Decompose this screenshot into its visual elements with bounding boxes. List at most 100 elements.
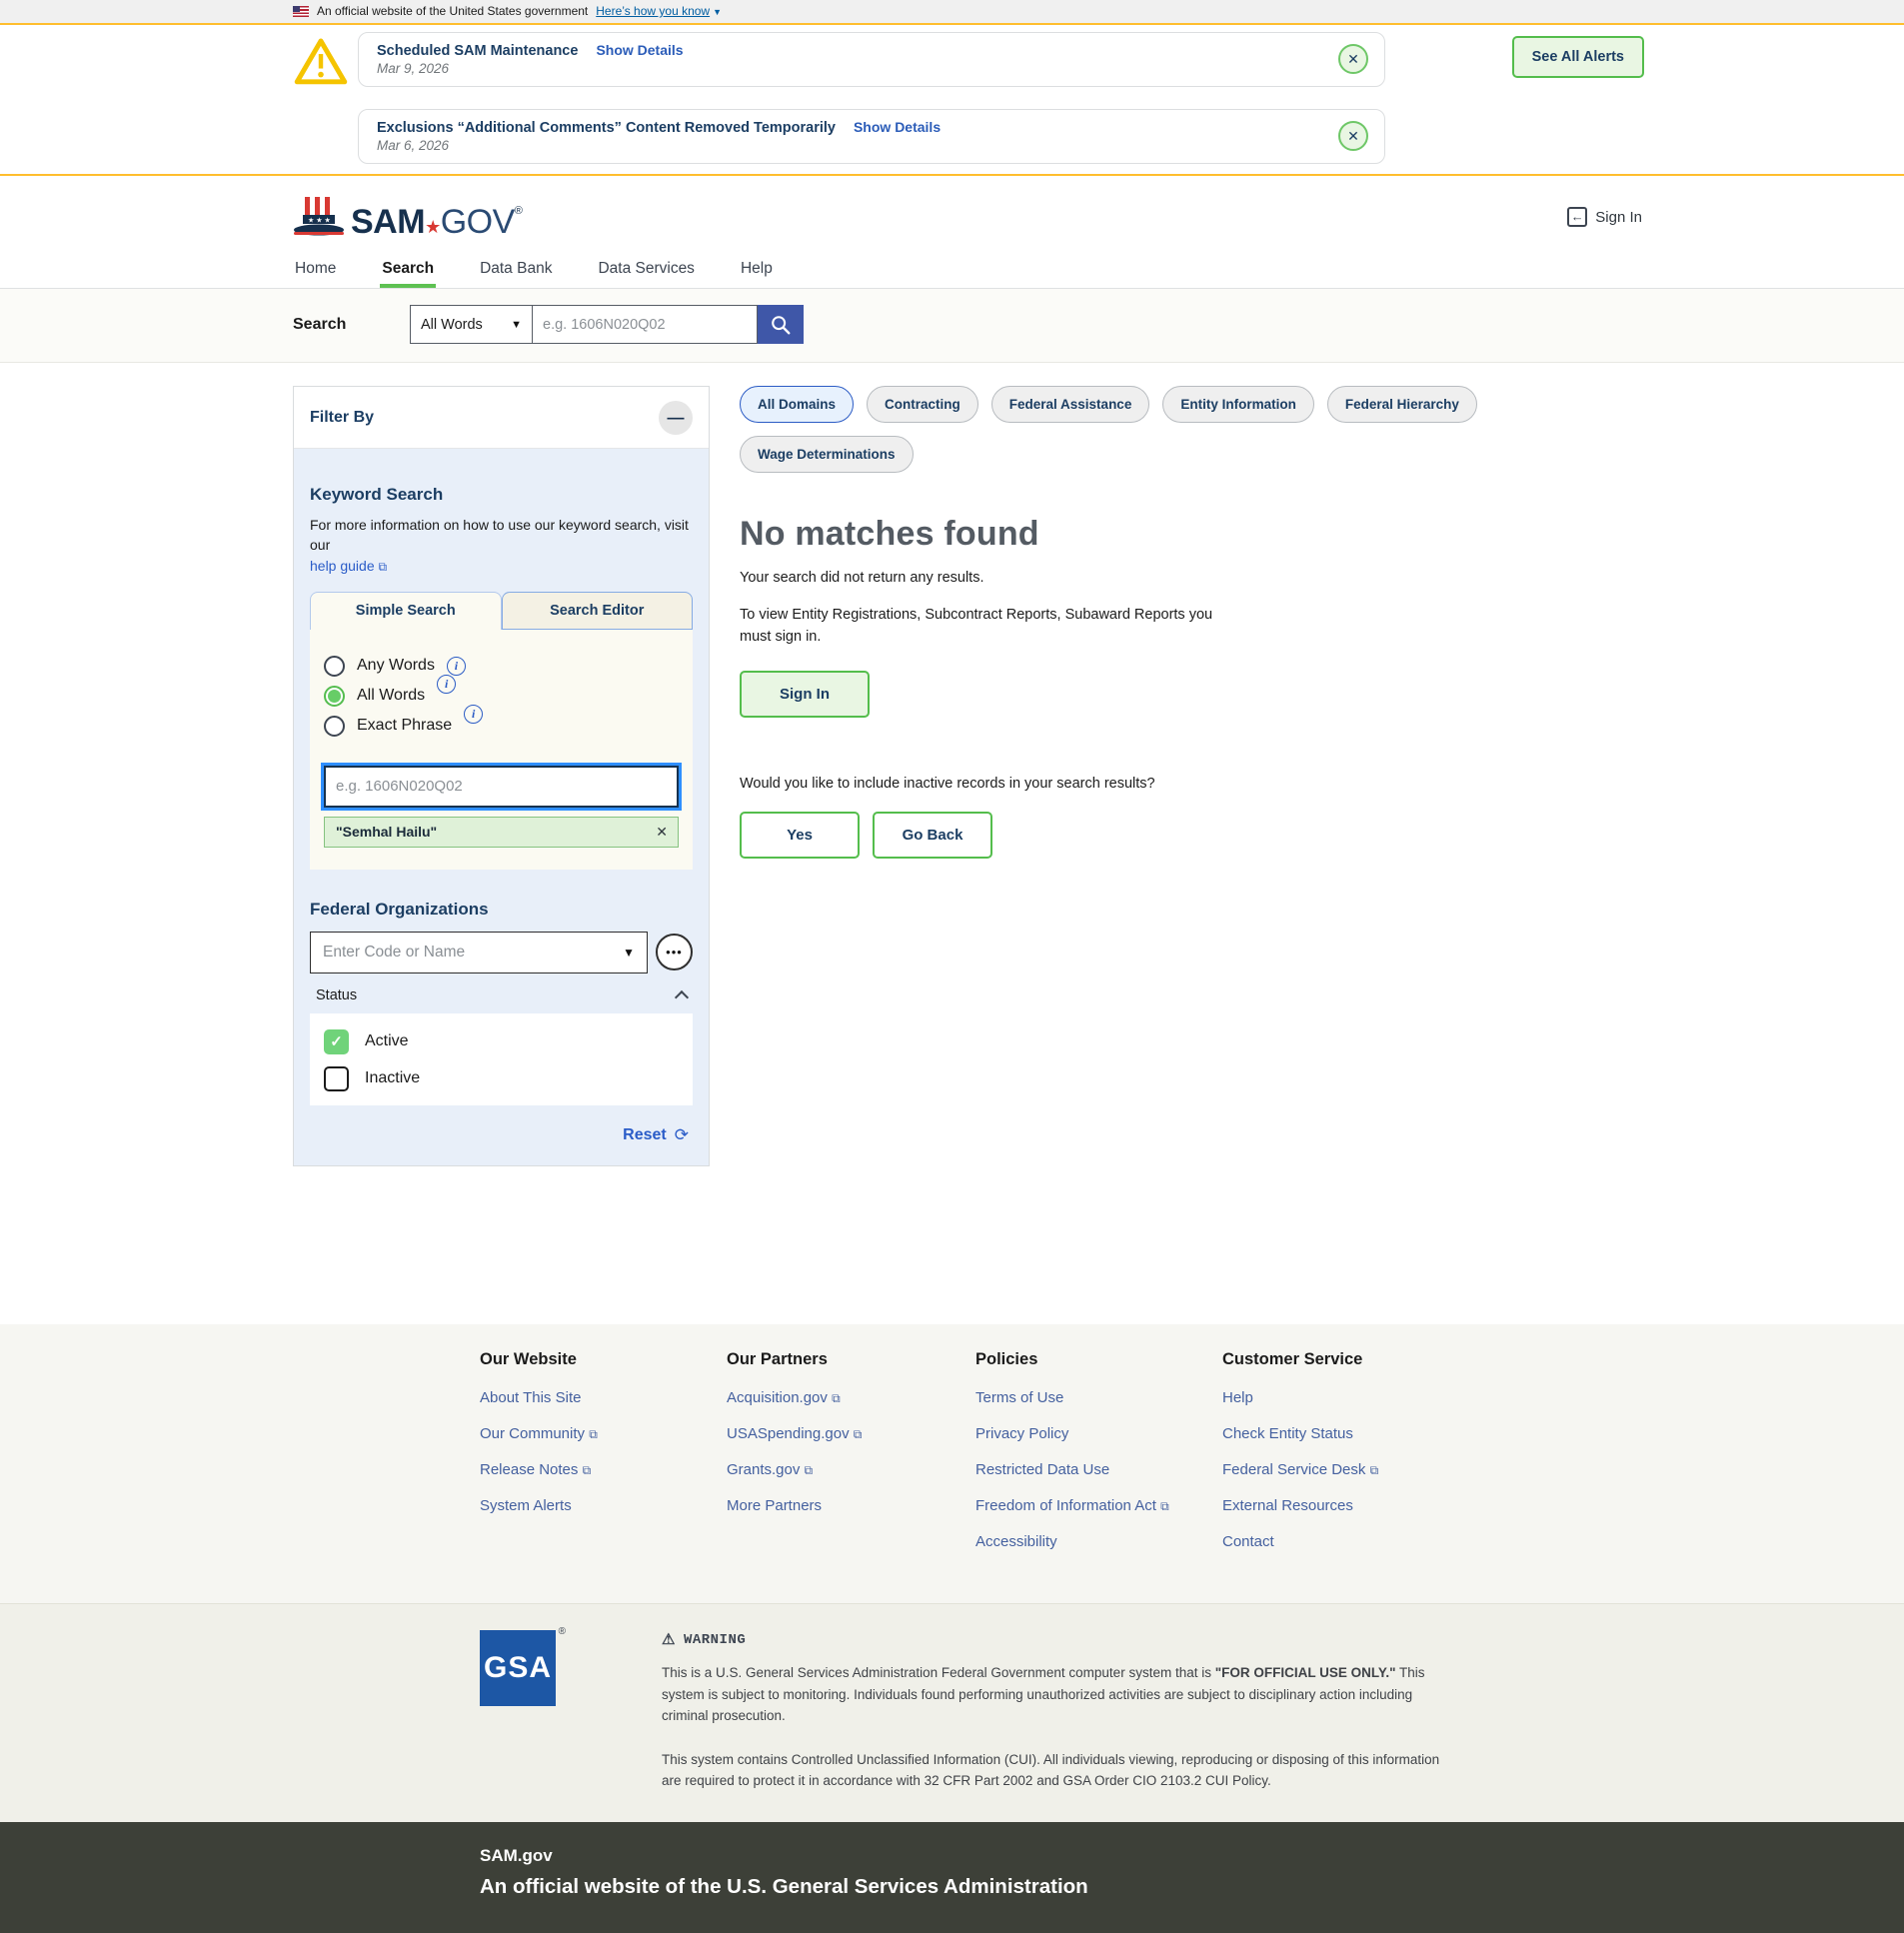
federal-organizations-input[interactable] [323, 944, 623, 962]
footer-link-help[interactable]: Help [1222, 1389, 1644, 1406]
nav-item-home[interactable]: Home [293, 252, 338, 288]
tab-simple-search[interactable]: Simple Search [310, 592, 502, 630]
help-guide-link[interactable]: help guide [310, 558, 375, 574]
no-results-message: Your search did not return any results. [740, 570, 1644, 586]
global-search-input[interactable] [533, 305, 758, 344]
reset-refresh-icon[interactable]: ⟳ [675, 1125, 689, 1145]
external-link-icon: ⧉ [1370, 1463, 1379, 1477]
yes-button[interactable]: Yes [740, 812, 860, 859]
pill-wage-determinations[interactable]: Wage Determinations [740, 436, 914, 473]
search-scope-value: All Words [421, 317, 483, 333]
footer-link-check-entity-status[interactable]: Check Entity Status [1222, 1425, 1644, 1442]
no-matches-heading: No matches found [740, 515, 1644, 554]
filter-by-title: Filter By [310, 409, 374, 427]
search-row: Search All Words ▼ [0, 289, 1904, 363]
keyword-chip-text: "Semhal Hailu" [336, 824, 437, 840]
warning-paragraph-2: This system contains Controlled Unclassi… [662, 1749, 1461, 1792]
checkbox-checked[interactable]: ✓ [324, 1029, 349, 1054]
collapse-filters-button[interactable]: — [659, 401, 693, 435]
radio-exact-phrase[interactable]: Exact Phrase i [324, 716, 679, 737]
footer-link-federal-service-desk[interactable]: Federal Service Desk ⧉ [1222, 1461, 1644, 1478]
nav-item-data-bank[interactable]: Data Bank [478, 252, 554, 288]
pill-contracting[interactable]: Contracting [867, 386, 978, 423]
footer-link-external-resources[interactable]: External Resources [1222, 1497, 1644, 1514]
main-nav: Home Search Data Bank Data Services Help [0, 252, 1904, 289]
alert-title: Exclusions “Additional Comments” Content… [377, 120, 836, 136]
chip-remove-icon[interactable]: ✕ [656, 824, 668, 841]
search-submit-button[interactable] [758, 305, 804, 344]
alert-close-button[interactable]: ✕ [1338, 44, 1368, 74]
pill-entity-information[interactable]: Entity Information [1162, 386, 1314, 423]
logo-gov-text: GOV [441, 203, 515, 241]
warning-triangle-icon [293, 32, 358, 95]
keyword-search-heading: Keyword Search [310, 485, 693, 505]
simple-search-panel: Any Words i All Words i Exact Phrase i [310, 630, 693, 870]
pill-federal-assistance[interactable]: Federal Assistance [991, 386, 1150, 423]
footer-link-terms-of-use[interactable]: Terms of Use [975, 1389, 1222, 1406]
bottom-site-subtitle: An official website of the U.S. General … [480, 1875, 1644, 1899]
reset-filters-link[interactable]: Reset [623, 1126, 667, 1144]
footer-link-about-this-site[interactable]: About This Site [480, 1389, 727, 1406]
footer-column-heading: Policies [975, 1350, 1222, 1369]
footer-link-accessibility[interactable]: Accessibility [975, 1533, 1222, 1550]
federal-organizations-combo[interactable]: ▼ [310, 932, 648, 973]
nav-item-search[interactable]: Search [380, 252, 436, 288]
footer-link-privacy-policy[interactable]: Privacy Policy [975, 1425, 1222, 1442]
warning-paragraph-1: This is a U.S. General Services Administ… [662, 1662, 1461, 1727]
info-icon[interactable]: i [437, 675, 456, 694]
alert-row: Exclusions “Additional Comments” Content… [293, 109, 1644, 164]
see-all-alerts-button[interactable]: See All Alerts [1512, 36, 1644, 78]
footer-link-more-partners[interactable]: More Partners [727, 1497, 975, 1514]
external-link-icon: ⧉ [589, 1427, 598, 1441]
nav-item-help[interactable]: Help [739, 252, 775, 288]
radio-circle [324, 656, 345, 677]
footer-link-foia[interactable]: Freedom of Information Act ⧉ [975, 1497, 1222, 1514]
bottom-site-title: SAM.gov [480, 1846, 1644, 1866]
sam-gov-logo[interactable]: ★ ★ ★ SAM★GOV® [293, 196, 522, 238]
tab-search-editor[interactable]: Search Editor [502, 592, 694, 630]
header-sign-in-link[interactable]: ← Sign In [1567, 207, 1644, 227]
chevron-up-icon[interactable] [675, 990, 689, 1004]
site-header: ★ ★ ★ SAM★GOV® ← Sign In [293, 176, 1644, 252]
alert-close-button[interactable]: ✕ [1338, 121, 1368, 151]
checkbox-unchecked[interactable] [324, 1066, 349, 1091]
chevron-down-icon: ▼ [713, 7, 722, 17]
footer-link-usaspending-gov[interactable]: USASpending.gov ⧉ [727, 1425, 975, 1442]
external-link-icon: ⧉ [854, 1427, 863, 1441]
footer-link-acquisition-gov[interactable]: Acquisition.gov ⧉ [727, 1389, 975, 1406]
go-back-button[interactable]: Go Back [873, 812, 992, 859]
us-flag-icon [293, 6, 309, 17]
radio-all-words[interactable]: All Words i [324, 686, 679, 707]
search-row-label: Search [293, 316, 410, 334]
info-icon[interactable]: i [447, 657, 466, 676]
logo-star: ★ [425, 217, 441, 237]
footer-link-system-alerts[interactable]: System Alerts [480, 1497, 727, 1514]
footer-link-contact[interactable]: Contact [1222, 1533, 1644, 1550]
info-icon[interactable]: i [464, 705, 483, 724]
warning-icon: ⚠ [662, 1630, 676, 1649]
radio-any-words[interactable]: Any Words i [324, 656, 679, 677]
alert-show-details-link[interactable]: Show Details [854, 119, 941, 135]
alert-show-details-link[interactable]: Show Details [596, 42, 683, 58]
results-sign-in-button[interactable]: Sign In [740, 671, 870, 718]
status-section-label: Status [316, 987, 357, 1003]
pill-all-domains[interactable]: All Domains [740, 386, 854, 423]
heres-how-you-know-link[interactable]: Here’s how you know▼ [596, 4, 722, 18]
alert-title: Scheduled SAM Maintenance [377, 43, 578, 59]
alerts-section: Scheduled SAM Maintenance Show Details M… [0, 25, 1904, 176]
alert-row: Scheduled SAM Maintenance Show Details M… [293, 32, 1644, 95]
pill-federal-hierarchy[interactable]: Federal Hierarchy [1327, 386, 1477, 423]
nav-item-data-services[interactable]: Data Services [596, 252, 696, 288]
search-scope-select[interactable]: All Words ▼ [410, 305, 533, 344]
footer-link-release-notes[interactable]: Release Notes ⧉ [480, 1461, 727, 1478]
status-option-inactive[interactable]: Inactive [324, 1066, 679, 1091]
sign-in-icon: ← [1567, 207, 1587, 227]
uncle-sam-hat-icon: ★ ★ ★ [293, 196, 345, 238]
org-more-options-button[interactable]: ••• [656, 934, 693, 970]
footer-link-grants-gov[interactable]: Grants.gov ⧉ [727, 1461, 975, 1478]
keyword-search-input[interactable] [324, 766, 679, 808]
footer-link-our-community[interactable]: Our Community ⧉ [480, 1425, 727, 1442]
footer-link-restricted-data-use[interactable]: Restricted Data Use [975, 1461, 1222, 1478]
status-option-active[interactable]: ✓ Active [324, 1029, 679, 1054]
external-link-icon: ⧉ [832, 1391, 841, 1405]
